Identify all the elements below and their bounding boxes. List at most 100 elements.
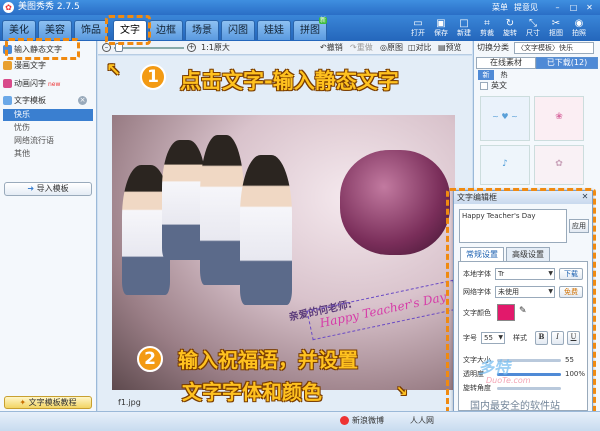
- title-bar: ✿ 美图秀秀 2.7.5 菜单 提意见 – □ ✕: [0, 0, 600, 15]
- crop-icon: ⌗: [484, 18, 490, 29]
- undo-button[interactable]: ↶撤销: [320, 41, 343, 55]
- tab-downloaded[interactable]: 已下载(12): [536, 57, 598, 69]
- save-button[interactable]: ▣ 保存: [431, 18, 451, 40]
- undo-label: 撤销: [326, 43, 343, 52]
- camera-button[interactable]: ◉ 拍照: [569, 18, 589, 40]
- app-title: 美图秀秀 2.7.5: [18, 2, 80, 12]
- camera-label: 拍照: [572, 29, 586, 37]
- new-badge: 新: [318, 17, 327, 24]
- template-item-popular[interactable]: 网络流行语: [14, 135, 54, 147]
- redo-label: 重做: [356, 43, 373, 52]
- tab-beautify[interactable]: 美化: [2, 20, 36, 40]
- preview-button[interactable]: ▤预览: [438, 41, 462, 55]
- cutout-button[interactable]: ✂ 抠图: [546, 18, 566, 40]
- sidebar-item-label: 文字模板: [14, 96, 46, 105]
- redo-button[interactable]: ↷重做: [350, 41, 373, 55]
- import-label: 导入模板: [36, 184, 69, 193]
- template-item-happy[interactable]: 快乐: [3, 109, 93, 121]
- minimize-icon[interactable]: –: [552, 2, 563, 13]
- group-label: 英文: [491, 81, 507, 90]
- highlight-text-tab: [105, 15, 151, 45]
- menu-link[interactable]: 菜单: [492, 1, 508, 14]
- tab-cosmetic[interactable]: 美容: [38, 20, 72, 40]
- tab-online[interactable]: 在线素材: [476, 57, 536, 69]
- undo-icon: ↶: [320, 43, 327, 52]
- tab-doll[interactable]: 娃娃: [257, 20, 291, 40]
- gift-bear-image: [340, 150, 450, 255]
- category-select[interactable]: 〈文字模板〉快乐: [514, 42, 594, 54]
- template-thumbnail[interactable]: ❀: [534, 96, 584, 141]
- import-icon: ➜: [27, 184, 37, 193]
- tag-hot[interactable]: 热: [496, 70, 512, 80]
- weibo-link[interactable]: 新浪微博: [352, 414, 384, 428]
- category-label: 切换分类: [477, 43, 509, 52]
- sidebar-item-label: 漫画文字: [14, 61, 46, 70]
- tutorial-label: 文字模板教程: [28, 398, 77, 407]
- arrow-icon: ↘: [396, 384, 408, 400]
- close-icon[interactable]: ×: [78, 96, 87, 105]
- person-image: [240, 155, 292, 305]
- cutout-icon: ✂: [551, 18, 561, 29]
- tab-collage[interactable]: 拼图新: [293, 17, 327, 40]
- template-thumb-icon: ✿: [555, 159, 563, 169]
- template-thumb-icon: ♪: [502, 159, 508, 169]
- new-button[interactable]: □ 新建: [454, 18, 474, 40]
- sidebar-item-text-template[interactable]: 文字模板 ×: [3, 94, 87, 108]
- english-checkbox[interactable]: [480, 82, 488, 90]
- preview-label: 预览: [445, 43, 462, 52]
- open-button[interactable]: ▭ 打开: [408, 18, 428, 40]
- arrow-icon: ↖: [106, 60, 122, 81]
- file-name: f1.jpg: [118, 398, 141, 407]
- watermark-url: DuoTe.com: [486, 376, 531, 385]
- crop-button[interactable]: ⌗ 剪裁: [477, 18, 497, 40]
- step-1-callout: 点击文字-输入静态文字: [180, 69, 399, 93]
- app-logo-icon: ✿: [3, 2, 14, 13]
- compare-button[interactable]: ◫对比: [408, 41, 432, 55]
- template-thumbnail[interactable]: ♪: [480, 145, 530, 185]
- import-template-button[interactable]: ➜ 导入模板: [4, 182, 92, 196]
- template-icon: [3, 96, 12, 105]
- sidebar-item-comic-text[interactable]: 漫画文字: [3, 59, 46, 73]
- tab-decoration[interactable]: 饰品: [74, 20, 108, 40]
- template-item-sad[interactable]: 忧伤: [14, 122, 30, 134]
- rotate-button[interactable]: ↻ 旋转: [500, 18, 520, 40]
- compare-icon: ◫: [408, 43, 416, 52]
- template-thumbnail[interactable]: ~ ♥ ~: [480, 96, 530, 141]
- person-image: [200, 135, 244, 285]
- step-1-badge: 1: [140, 64, 166, 90]
- category-value: 〈文字模板〉快乐: [517, 44, 573, 52]
- close-icon[interactable]: ✕: [584, 2, 595, 13]
- step-2-callout-line2: 文字字体和颜色: [182, 380, 322, 404]
- folder-icon: ▭: [413, 18, 423, 29]
- maximize-icon[interactable]: □: [568, 2, 579, 13]
- tab-scene[interactable]: 场景: [185, 20, 219, 40]
- zoom-slider[interactable]: [114, 47, 184, 49]
- template-thumb-icon: ~ ♥ ~: [492, 112, 518, 121]
- template-tutorial-button[interactable]: ✦ 文字模板教程: [4, 396, 92, 409]
- comic-icon: [3, 61, 12, 70]
- zoom-original-button[interactable]: 1:1原大: [201, 41, 230, 55]
- template-thumb-icon: ❀: [555, 112, 563, 122]
- original-icon: ◎: [380, 43, 387, 52]
- new-label: 新建: [457, 29, 471, 37]
- resize-icon: ⤡: [529, 18, 537, 29]
- compare-label: 对比: [415, 43, 432, 52]
- rotate-icon: ↻: [505, 18, 515, 29]
- original-label: 原图: [386, 43, 403, 52]
- bulb-icon: ✦: [19, 398, 29, 407]
- step-2-badge: 2: [137, 346, 163, 372]
- tab-flash[interactable]: 闪图: [221, 20, 255, 40]
- tag-new[interactable]: 新: [478, 70, 494, 80]
- sidebar-item-flash-text[interactable]: 动画闪字 new: [3, 77, 60, 91]
- save-icon: ▣: [436, 18, 446, 29]
- zoom-in-icon[interactable]: +: [187, 43, 196, 52]
- resize-button[interactable]: ⤡ 尺寸: [523, 18, 543, 40]
- new-badge: new: [48, 81, 61, 88]
- renren-link[interactable]: 人人网: [410, 414, 434, 428]
- original-button[interactable]: ◎原图: [380, 41, 403, 55]
- feedback-link[interactable]: 提意见: [514, 1, 538, 14]
- template-item-other[interactable]: 其他: [14, 148, 30, 160]
- cutout-label: 抠图: [549, 29, 563, 37]
- tab-border[interactable]: 边框: [149, 20, 183, 40]
- template-thumbnail[interactable]: ✿: [534, 145, 584, 185]
